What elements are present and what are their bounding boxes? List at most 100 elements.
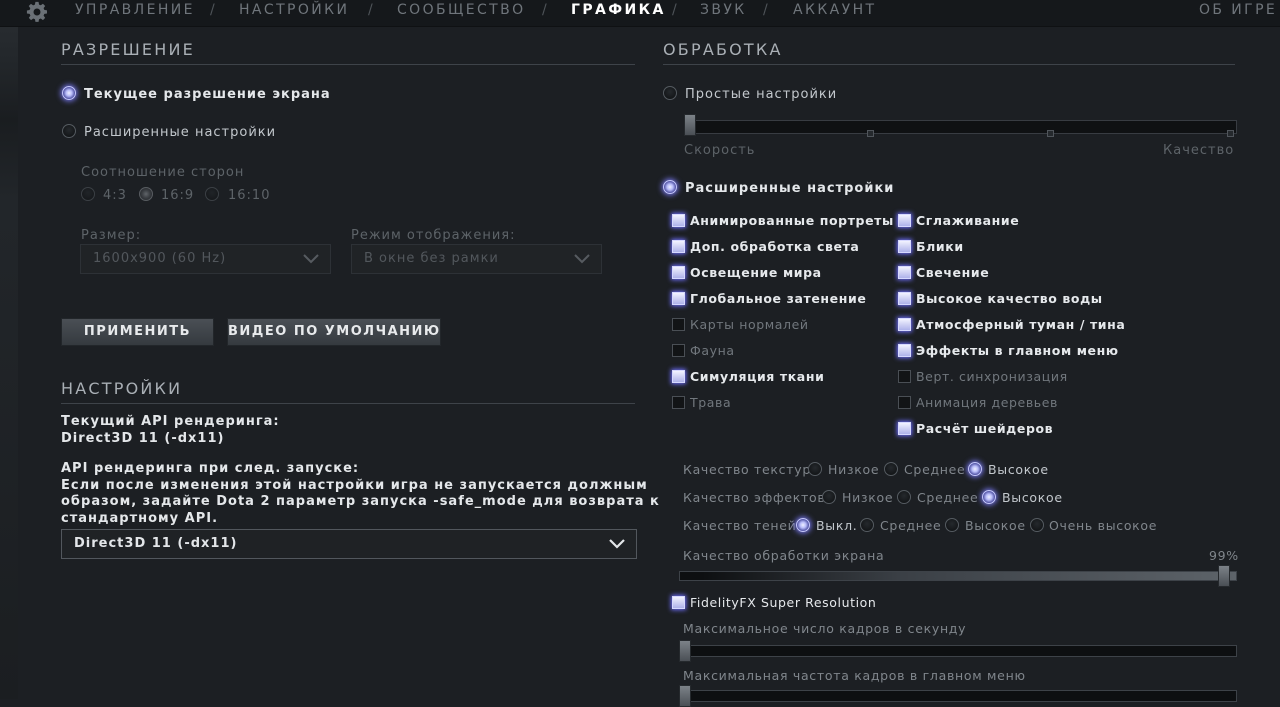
processing-section-title: ОБРАБОТКА <box>663 40 783 59</box>
size-dropdown-value: 1600x900 (60 Hz) <box>93 251 227 266</box>
render-api-dropdown-value: Direct3D 11 (-dx11) <box>74 536 238 551</box>
checkbox-additional-lighting[interactable] <box>672 240 685 253</box>
nav-tab-controls[interactable]: УПРАВЛЕНИЕ <box>75 2 195 18</box>
advanced-processing-label: Расширенные настройки <box>685 181 895 196</box>
checkbox-label: Анимированные портреты <box>690 213 894 228</box>
checkbox-label: Трава <box>690 395 732 410</box>
checkbox-fsr[interactable] <box>672 596 685 609</box>
size-dropdown[interactable]: 1600x900 (60 Hz) <box>80 244 331 274</box>
chevron-down-icon <box>574 254 590 264</box>
shadow-quality-medium-label: Среднее <box>880 518 942 533</box>
checkbox-main-menu-effects[interactable] <box>898 344 911 357</box>
current-api-value: Direct3D 11 (-dx11) <box>61 431 225 446</box>
max-menu-fps-slider[interactable] <box>679 690 1237 702</box>
checkbox-label: Атмосферный туман / тина <box>916 317 1126 332</box>
texture-quality-high-radio[interactable] <box>968 462 982 476</box>
checkbox-label: Фауна <box>690 343 735 358</box>
texture-quality-medium-radio[interactable] <box>884 462 898 476</box>
nav-about-game[interactable]: ОБ ИГРЕ <box>1199 2 1277 18</box>
nav-tab-account[interactable]: АККАУНТ <box>793 2 876 18</box>
checkbox-animated-portraits[interactable] <box>672 214 685 227</box>
shadow-quality-high-label: Высокое <box>965 518 1026 533</box>
checkbox-label: Эффекты в главном меню <box>916 343 1119 358</box>
max-fps-label: Максимальное число кадров в секунду <box>683 621 967 636</box>
checkbox-label: Карты нормалей <box>690 317 809 332</box>
checkbox-label: Глобальное затенение <box>690 291 867 306</box>
screen-quality-value: 99% <box>1209 548 1239 563</box>
effects-quality-low-radio[interactable] <box>822 490 836 504</box>
shadow-quality-very-high-label: Очень высокое <box>1049 518 1158 533</box>
max-menu-fps-slider-thumb[interactable] <box>679 685 691 707</box>
section-divider <box>61 403 635 404</box>
checkbox-vsync[interactable] <box>898 370 911 383</box>
nav-separator: / <box>368 2 373 18</box>
api-warning-line-1: Если после изменения этой настройки игра… <box>61 478 648 493</box>
shadow-quality-high-radio[interactable] <box>945 518 959 532</box>
checkbox-bloom[interactable] <box>898 266 911 279</box>
checkbox-ambient-occlusion[interactable] <box>672 292 685 305</box>
nav-tab-community[interactable]: СООБЩЕСТВО <box>397 2 526 18</box>
simple-settings-radio[interactable] <box>663 86 677 100</box>
checkbox-atmospheric-fog[interactable] <box>898 318 911 331</box>
display-mode-dropdown[interactable]: В окне без рамки <box>351 244 602 274</box>
checkbox-antialiasing[interactable] <box>898 214 911 227</box>
render-api-dropdown[interactable]: Direct3D 11 (-dx11) <box>61 529 637 559</box>
nav-tab-sound[interactable]: ЗВУК <box>700 2 747 18</box>
screen-quality-label: Качество обработки экрана <box>683 548 885 563</box>
video-default-button[interactable]: ВИДЕО ПО УМОЛЧАНИЮ <box>227 318 441 346</box>
effects-quality-high-radio[interactable] <box>982 490 996 504</box>
aspect-16-9-label: 16:9 <box>161 188 195 203</box>
section-divider <box>61 64 635 65</box>
texture-quality-medium-label: Среднее <box>904 462 966 477</box>
next-api-label: API рендеринга при след. запуске: <box>61 461 360 476</box>
checkbox-world-lighting[interactable] <box>672 266 685 279</box>
apply-button[interactable]: ПРИМЕНИТЬ <box>61 318 214 346</box>
nav-separator: / <box>210 2 215 18</box>
current-api-label: Текущий API рендеринга: <box>61 414 280 429</box>
aspect-16-10-radio[interactable] <box>205 187 219 201</box>
max-fps-slider-thumb[interactable] <box>679 640 691 662</box>
aspect-4-3-radio[interactable] <box>81 187 95 201</box>
nav-tab-settings[interactable]: НАСТРОЙКИ <box>239 2 349 18</box>
aspect-ratio-label: Соотношение сторон <box>81 165 245 180</box>
checkbox-grass[interactable] <box>672 396 685 409</box>
checkbox-specular[interactable] <box>898 240 911 253</box>
nav-separator: / <box>542 2 547 18</box>
advanced-processing-radio[interactable] <box>663 180 677 194</box>
gear-icon[interactable] <box>26 1 48 23</box>
checkbox-label: Доп. обработка света <box>690 239 860 254</box>
simple-quality-slider-thumb[interactable] <box>684 114 696 136</box>
checkbox-fauna[interactable] <box>672 344 685 357</box>
texture-quality-low-radio[interactable] <box>808 462 822 476</box>
quality-label: Качество <box>1163 143 1235 158</box>
effects-quality-high-label: Высокое <box>1002 490 1063 505</box>
checkbox-shader-precache[interactable] <box>898 422 911 435</box>
texture-quality-label: Качество текстур <box>683 462 811 477</box>
advanced-resolution-radio[interactable] <box>62 124 76 138</box>
checkbox-high-quality-water[interactable] <box>898 292 911 305</box>
checkbox-tree-animation[interactable] <box>898 396 911 409</box>
max-menu-fps-label: Максимальная частота кадров в главном ме… <box>683 668 1026 683</box>
shadow-quality-very-high-radio[interactable] <box>1030 518 1044 532</box>
shadow-quality-medium-radio[interactable] <box>860 518 874 532</box>
checkbox-label: Свечение <box>916 265 990 280</box>
current-resolution-radio[interactable] <box>62 86 76 100</box>
aspect-16-9-radio[interactable] <box>139 187 153 201</box>
checkbox-label: Расчёт шейдеров <box>916 421 1054 436</box>
effects-quality-label: Качество эффектов <box>683 490 826 505</box>
nav-tab-graphics[interactable]: ГРАФИКА <box>571 2 666 18</box>
simple-settings-label: Простые настройки <box>685 87 838 102</box>
screen-quality-slider[interactable] <box>679 571 1237 581</box>
chevron-down-icon <box>609 539 625 549</box>
simple-quality-slider[interactable] <box>684 120 1237 134</box>
max-fps-slider[interactable] <box>679 645 1237 657</box>
api-warning-line-2: образом, задайте Dota 2 параметр запуска… <box>61 494 660 509</box>
screen-quality-slider-thumb[interactable] <box>1217 565 1230 587</box>
checkbox-cloth-simulation[interactable] <box>672 370 685 383</box>
effects-quality-medium-radio[interactable] <box>897 490 911 504</box>
shadow-quality-off-label: Выкл. <box>816 518 858 533</box>
checkbox-label: Верт. синхронизация <box>916 369 1068 384</box>
checkbox-normal-maps[interactable] <box>672 318 685 331</box>
shadow-quality-off-radio[interactable] <box>796 518 810 532</box>
effects-quality-medium-label: Среднее <box>917 490 979 505</box>
